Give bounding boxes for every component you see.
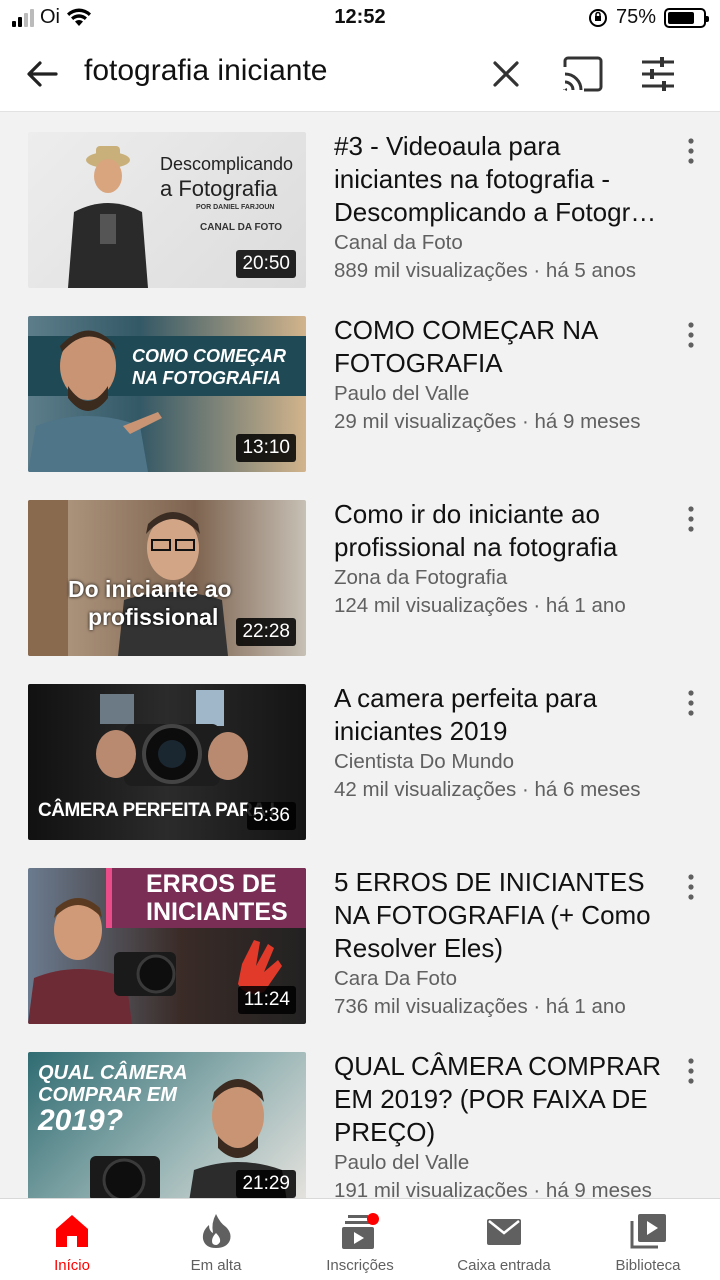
- channel-name: Paulo del Valle: [334, 1151, 470, 1174]
- tab-subscriptions[interactable]: Inscrições: [288, 1199, 432, 1280]
- thumb-caption: POR DANIEL FARJOUN: [196, 204, 275, 211]
- home-icon: [56, 1215, 88, 1247]
- trending-icon: [202, 1214, 231, 1248]
- clear-search-icon[interactable]: [486, 54, 526, 94]
- duration-badge: 13:10: [236, 434, 296, 462]
- inbox-icon: [487, 1219, 521, 1245]
- video-stats: 42 mil visualizações · há 6 meses: [334, 778, 641, 801]
- search-results: Descomplicando a Fotografia POR DANIEL F…: [0, 112, 720, 1198]
- more-options-icon[interactable]: [682, 872, 700, 902]
- tab-label: Em alta: [190, 1257, 242, 1274]
- more-options-icon[interactable]: [682, 320, 700, 350]
- video-title[interactable]: #3 - Videoaula para iniciantes na fotogr…: [334, 130, 674, 229]
- thumb-title-line: profissional: [88, 604, 219, 630]
- thumb-channel-logo: CANAL DA FOTO: [200, 222, 283, 233]
- video-thumbnail[interactable]: Descomplicando a Fotografia POR DANIEL F…: [28, 132, 306, 288]
- video-result[interactable]: Do iniciante ao profissional 22:28 Como …: [0, 480, 720, 664]
- tab-trending[interactable]: Em alta: [144, 1199, 288, 1280]
- video-title[interactable]: Como ir do iniciante ao profissional na …: [334, 498, 674, 564]
- video-title[interactable]: COMO COMEÇAR NA FOTOGRAFIA: [334, 314, 674, 380]
- tab-label: Caixa entrada: [457, 1257, 551, 1274]
- video-stats: 29 mil visualizações · há 9 meses: [334, 410, 641, 433]
- duration-badge: 11:24: [237, 986, 296, 1014]
- video-thumbnail[interactable]: Do iniciante ao profissional 22:28: [28, 500, 306, 656]
- video-info: Como ir do iniciante ao profissional na …: [334, 498, 674, 620]
- thumb-title-line: COMO COMEÇAR: [132, 346, 286, 366]
- more-options-icon[interactable]: [682, 136, 700, 166]
- library-icon: [630, 1214, 666, 1249]
- status-right: 75%: [588, 6, 709, 29]
- video-info: #3 - Videoaula para iniciantes na fotogr…: [334, 130, 674, 285]
- thumb-title-line: a Fotografia: [160, 176, 278, 201]
- thumb-title-line: 2019?: [38, 1104, 124, 1137]
- video-stats: 736 mil visualizações · há 1 ano: [334, 995, 626, 1018]
- video-result[interactable]: COMO COMEÇAR NA FOTOGRAFIA 13:10 COMO CO…: [0, 296, 720, 480]
- channel-name: Cientista Do Mundo: [334, 750, 515, 773]
- battery-icon: [664, 7, 709, 28]
- video-title[interactable]: QUAL CÂMERA COMPRAR EM 2019? (POR FAIXA …: [334, 1050, 674, 1149]
- search-query[interactable]: fotografia iniciante: [84, 54, 328, 88]
- video-result[interactable]: CÂMERA PERFEITA PARA I 5:36 A camera per…: [0, 664, 720, 848]
- video-info: 5 ERROS DE INICIANTES NA FOTOGRAFIA (+ C…: [334, 866, 674, 1021]
- channel-name: Paulo del Valle: [334, 382, 470, 405]
- thumb-title-line: CÂMERA PERFEITA PARA I: [38, 800, 275, 821]
- subscriptions-icon: [342, 1213, 379, 1249]
- tab-label: Biblioteca: [615, 1257, 681, 1274]
- video-thumbnail[interactable]: QUAL CÂMERA COMPRAR EM 2019? 21:29: [28, 1052, 306, 1198]
- duration-badge: 22:28: [236, 618, 296, 646]
- thumb-title-line: ERROS DE: [146, 870, 277, 898]
- status-bar: Oi 12:52 75%: [0, 0, 720, 34]
- battery-fill: [668, 11, 694, 24]
- video-title[interactable]: A camera perfeita para iniciantes 2019: [334, 682, 674, 748]
- battery-percent: 75%: [615, 6, 656, 28]
- filter-icon[interactable]: [636, 52, 680, 96]
- more-options-icon[interactable]: [682, 688, 700, 718]
- duration-badge: 20:50: [236, 250, 296, 278]
- video-thumbnail[interactable]: COMO COMEÇAR NA FOTOGRAFIA 13:10: [28, 316, 306, 472]
- tab-library[interactable]: Biblioteca: [576, 1199, 720, 1280]
- video-stats: 889 mil visualizações · há 5 anos: [334, 259, 636, 282]
- video-info: QUAL CÂMERA COMPRAR EM 2019? (POR FAIXA …: [334, 1050, 674, 1198]
- video-thumbnail[interactable]: ERROS DE INICIANTES 11:24: [28, 868, 306, 1024]
- video-result[interactable]: ERROS DE INICIANTES 11:24 5 ERROS DE INI…: [0, 848, 720, 1032]
- cast-icon[interactable]: [560, 54, 606, 94]
- thumb-title-line: Descomplicando: [160, 154, 294, 174]
- channel-name: Zona da Fotografia: [334, 566, 508, 589]
- more-options-icon[interactable]: [682, 504, 700, 534]
- video-info: A camera perfeita para iniciantes 2019 C…: [334, 682, 674, 804]
- video-result[interactable]: Descomplicando a Fotografia POR DANIEL F…: [0, 112, 720, 296]
- video-stats: 191 mil visualizações · há 9 meses: [334, 1179, 652, 1198]
- channel-name: Cara Da Foto: [334, 967, 458, 990]
- video-title[interactable]: 5 ERROS DE INICIANTES NA FOTOGRAFIA (+ C…: [334, 866, 674, 965]
- search-header: fotografia iniciante: [0, 34, 720, 112]
- tab-label: Início: [54, 1257, 90, 1274]
- channel-name: Canal da Foto: [334, 231, 463, 254]
- thumb-title-line: QUAL CÂMERA: [38, 1062, 188, 1084]
- back-arrow-icon[interactable]: [22, 54, 62, 94]
- bottom-nav: Início Em alta Inscrições Caixa entrada: [0, 1198, 720, 1280]
- thumb-title-line: NA FOTOGRAFIA: [132, 368, 281, 388]
- tab-inbox[interactable]: Caixa entrada: [432, 1199, 576, 1280]
- more-options-icon[interactable]: [682, 1056, 700, 1086]
- video-thumbnail[interactable]: CÂMERA PERFEITA PARA I 5:36: [28, 684, 306, 840]
- duration-badge: 5:36: [247, 802, 296, 830]
- rotation-lock-icon: [588, 8, 607, 27]
- video-info: COMO COMEÇAR NA FOTOGRAFIA Paulo del Val…: [334, 314, 674, 436]
- thumb-title-line: INICIANTES: [146, 898, 288, 926]
- video-stats: 124 mil visualizações · há 1 ano: [334, 594, 626, 617]
- duration-badge: 21:29: [236, 1170, 296, 1198]
- tab-home[interactable]: Início: [0, 1199, 144, 1280]
- thumb-title-line: Do iniciante ao: [68, 576, 232, 602]
- tab-label: Inscrições: [326, 1257, 394, 1274]
- video-result[interactable]: QUAL CÂMERA COMPRAR EM 2019? 21:29 QUAL …: [0, 1032, 720, 1198]
